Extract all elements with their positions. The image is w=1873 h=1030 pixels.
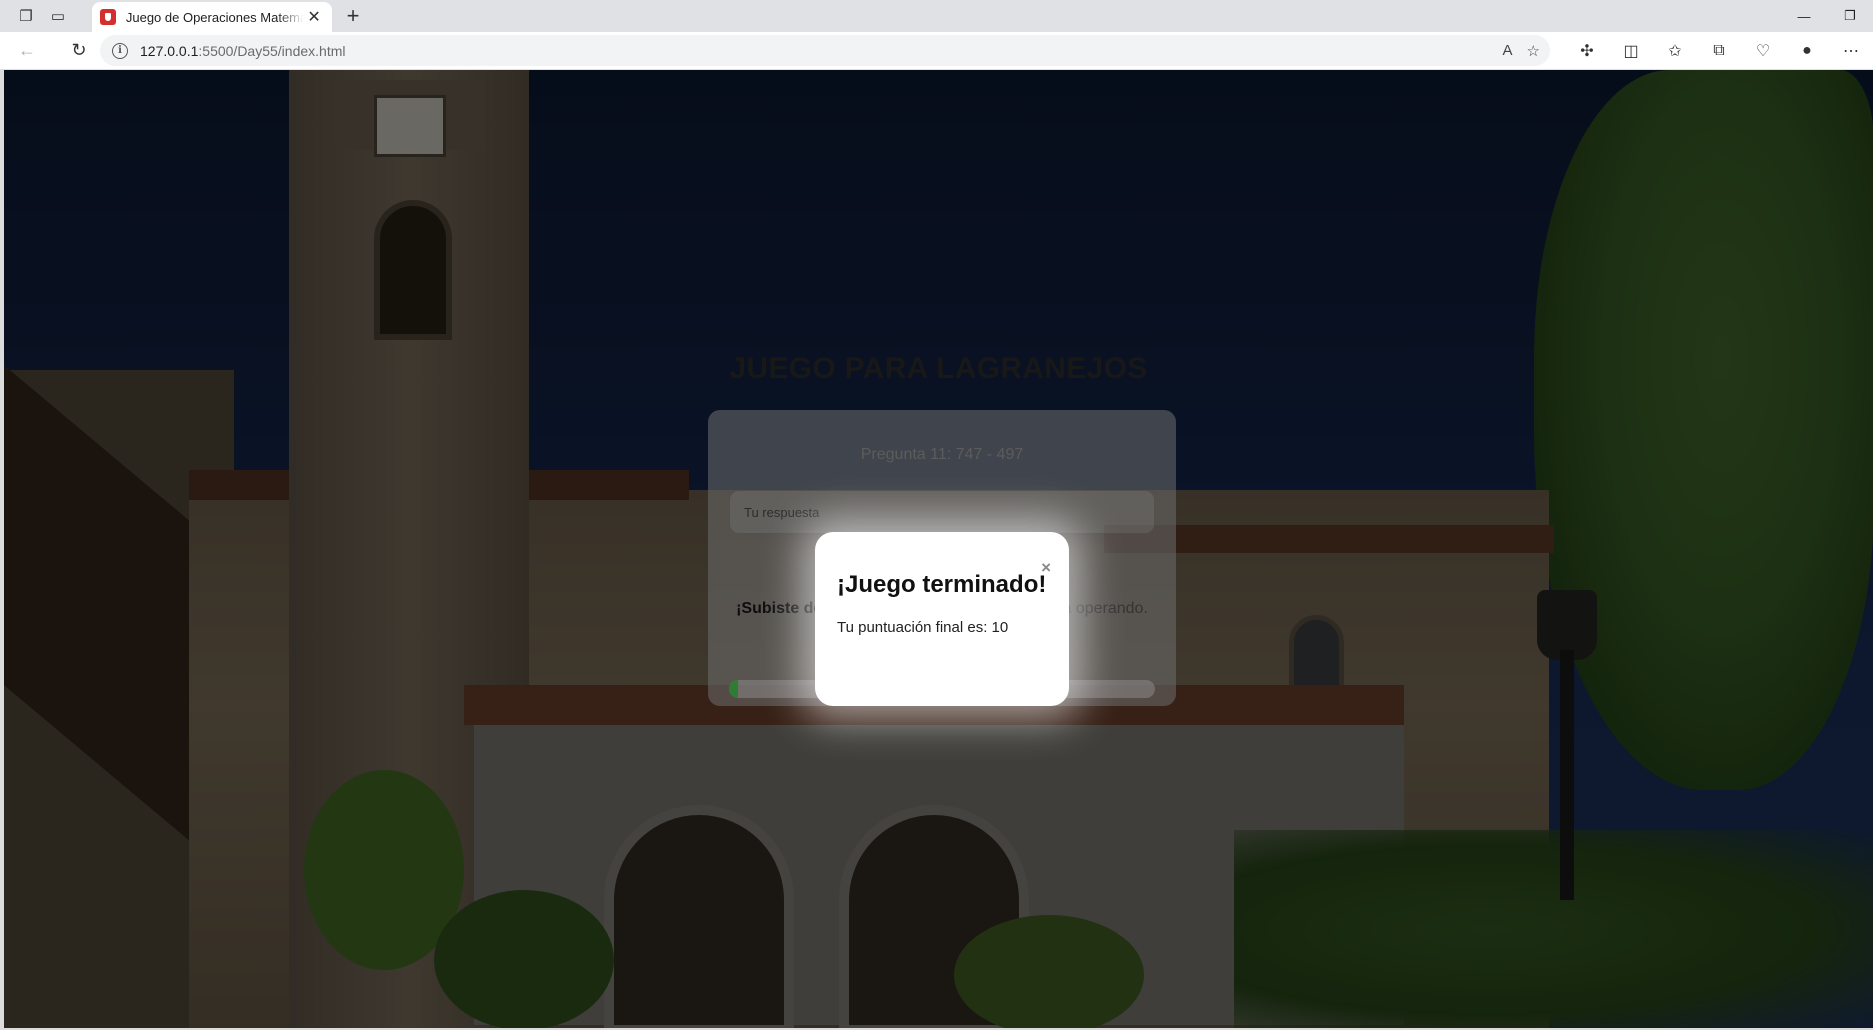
toolbar-icons: ✣ ◫ ✩ ⧉ ♡ ● ⋯ <box>1565 32 1873 70</box>
favorites-icon[interactable]: ✩ <box>1653 32 1697 70</box>
game-over-modal: × ¡Juego terminado! Tu puntuación final … <box>815 532 1069 706</box>
refresh-button[interactable]: ↻ <box>62 36 96 66</box>
answer-input[interactable] <box>729 490 1155 534</box>
final-score-text: Tu puntuación final es: 10 <box>837 619 1009 636</box>
address-bar[interactable]: i 127.0.0.1:5500/Day55/index.html A ☆ <box>100 35 1550 66</box>
title-bar: ❐ ▭ Juego de Operaciones Matemáticas ✕ +… <box>0 0 1873 32</box>
settings-menu-icon[interactable]: ⋯ <box>1829 32 1873 70</box>
url-path: :5500/Day55/index.html <box>198 42 346 59</box>
page-viewport: JUEGO PARA LAGRANEJOS Pregunta 11: 747 -… <box>4 70 1873 1028</box>
vertical-tabs-icon[interactable]: ▭ <box>42 0 74 32</box>
browser-essentials-icon[interactable]: ♡ <box>1741 32 1785 70</box>
profile-icon[interactable]: ● <box>1785 32 1829 70</box>
site-favicon-icon <box>100 9 116 25</box>
url-host: 127.0.0.1 <box>140 42 199 59</box>
url-text: 127.0.0.1:5500/Day55/index.html <box>140 43 345 59</box>
browser-tab[interactable]: Juego de Operaciones Matemáticas ✕ <box>92 2 332 32</box>
extensions-icon[interactable]: ✣ <box>1565 32 1609 70</box>
question-text: Pregunta 11: 747 - 497 <box>860 446 1024 463</box>
modal-title: ¡Juego terminado! <box>837 571 1047 598</box>
site-info-icon[interactable]: i <box>112 42 128 59</box>
workspaces-icon[interactable]: ❐ <box>10 0 42 32</box>
address-bar-actions: A ☆ <box>1503 35 1540 66</box>
split-screen-icon[interactable]: ◫ <box>1609 32 1653 70</box>
page-title: JUEGO PARA LAGRANEJOS <box>729 352 1148 385</box>
tab-title: Juego de Operaciones Matemáticas <box>125 9 305 25</box>
minimize-button[interactable]: — <box>1781 0 1827 32</box>
back-button[interactable]: ← <box>10 36 44 66</box>
progress-fill <box>729 680 738 698</box>
collections-icon[interactable]: ⧉ <box>1697 32 1741 70</box>
close-tab-icon[interactable]: ✕ <box>304 7 324 27</box>
favorite-star-icon[interactable]: ☆ <box>1527 42 1540 60</box>
window-controls: — ❐ <box>1781 0 1873 32</box>
read-aloud-icon[interactable]: A <box>1503 42 1513 59</box>
restore-button[interactable]: ❐ <box>1827 0 1873 32</box>
new-tab-button[interactable]: + <box>338 2 368 30</box>
close-modal-icon[interactable]: × <box>1041 558 1051 578</box>
browser-toolbar: ← ↻ i 127.0.0.1:5500/Day55/index.html A … <box>0 32 1873 70</box>
